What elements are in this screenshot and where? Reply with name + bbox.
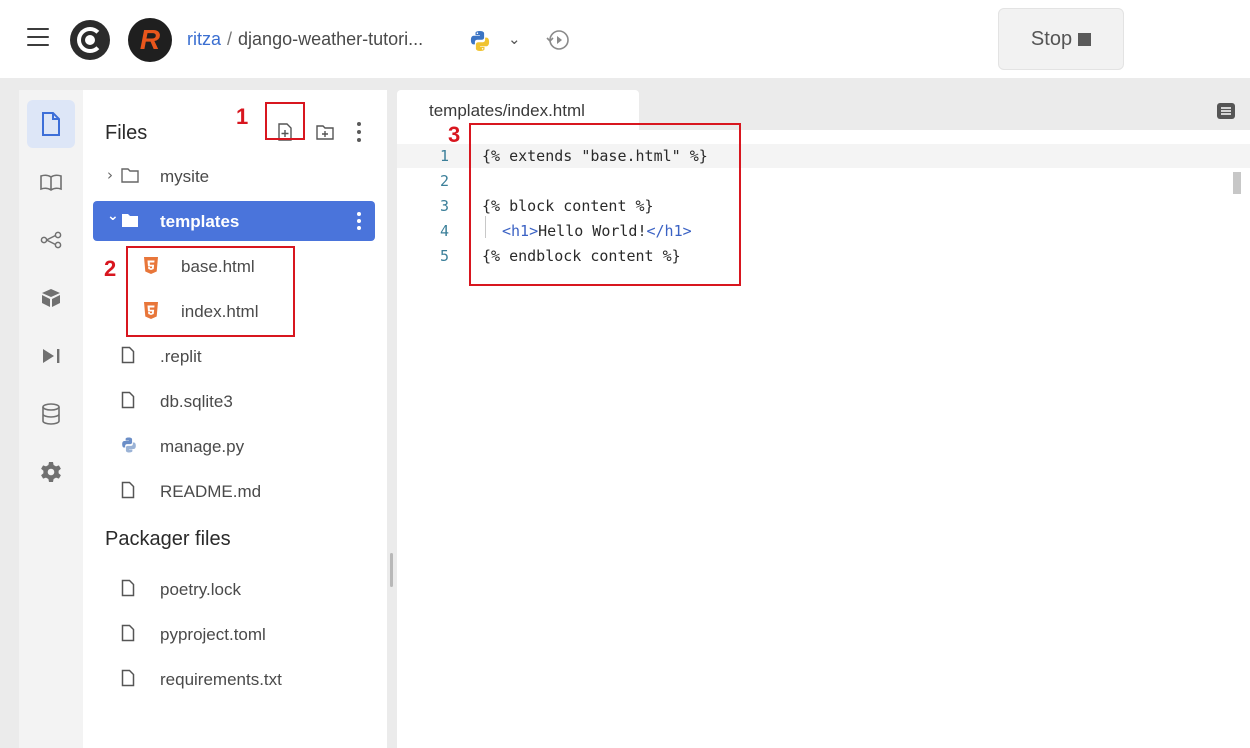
tree-item-label: mysite: [160, 167, 210, 186]
breadcrumb-separator: /: [227, 29, 233, 49]
packages-icon[interactable]: [27, 274, 75, 322]
settings-icon[interactable]: [27, 448, 75, 496]
file-icon: [121, 624, 135, 647]
tree-file-readme[interactable]: README.md: [93, 471, 375, 511]
tree-item-label: README.md: [160, 482, 262, 501]
database-icon[interactable]: [27, 390, 75, 438]
tree-item-label: requirements.txt: [160, 670, 282, 689]
annotation-number: 3: [448, 122, 461, 147]
folder-icon: [121, 168, 139, 188]
files-menu-icon[interactable]: [356, 122, 362, 144]
files-icon[interactable]: [27, 100, 75, 148]
files-panel: Files › mysite ⌄ templates base.html ind…: [83, 90, 387, 748]
panel-resize-handle[interactable]: [390, 553, 393, 587]
history-icon[interactable]: [545, 28, 571, 52]
menu-icon[interactable]: [27, 28, 49, 46]
sidebar-rail: [19, 90, 83, 748]
line-number: 1: [439, 147, 449, 165]
tree-folder-mysite[interactable]: › mysite: [93, 156, 375, 196]
packager-files-title: Packager files: [105, 528, 231, 550]
stop-button[interactable]: Stop: [998, 8, 1124, 70]
annotation-box: [126, 246, 295, 337]
annotation-box: [265, 102, 305, 140]
file-icon: [121, 669, 135, 692]
editor-scrollbar[interactable]: [1233, 172, 1241, 194]
chevron-down-icon: ⌄: [107, 208, 119, 224]
tree-file-manage-py[interactable]: manage.py: [93, 426, 375, 466]
avatar-letter: R: [139, 24, 161, 55]
stop-square-icon: [1078, 32, 1092, 46]
tree-item-label: manage.py: [160, 437, 245, 456]
editor-menu-icon[interactable]: [1216, 102, 1236, 120]
avatar[interactable]: R: [128, 18, 172, 62]
top-bar: R ritza / django-weather-tutori... ⌄ Stop: [0, 0, 1250, 78]
annotation-number: 2: [104, 256, 117, 281]
tree-item-label: db.sqlite3: [160, 392, 233, 411]
file-icon: [121, 579, 135, 602]
chevron-down-icon[interactable]: ⌄: [508, 30, 521, 48]
repl-name[interactable]: django-weather-tutori...: [238, 29, 423, 49]
breadcrumb: ritza / django-weather-tutori...: [187, 29, 423, 50]
tree-file-poetry-lock[interactable]: poetry.lock: [93, 569, 375, 609]
tree-item-label: poetry.lock: [160, 580, 241, 599]
tab-label: templates/index.html: [429, 101, 585, 120]
owner-link[interactable]: ritza: [187, 29, 221, 49]
line-number: 2: [439, 172, 449, 190]
chevron-right-icon: ›: [107, 166, 113, 184]
tree-item-label: pyproject.toml: [160, 625, 266, 644]
new-folder-button[interactable]: [314, 121, 336, 143]
annotation-number: 1: [236, 104, 249, 129]
line-number: 4: [439, 222, 449, 240]
python-icon[interactable]: [468, 29, 492, 53]
python-file-icon: [120, 436, 138, 459]
version-control-icon[interactable]: [27, 216, 75, 264]
folder-menu-icon[interactable]: [357, 211, 361, 236]
file-icon: [121, 481, 135, 504]
files-title: Files: [105, 122, 148, 144]
debugger-icon[interactable]: [27, 332, 75, 380]
tree-item-label: .replit: [160, 347, 202, 366]
folder-icon: [121, 213, 139, 233]
annotation-box: [469, 123, 741, 286]
workspace: Files › mysite ⌄ templates base.html ind…: [0, 78, 1250, 748]
replit-logo[interactable]: [70, 20, 110, 60]
tree-file-replit[interactable]: .replit: [93, 336, 375, 376]
tree-file-db-sqlite3[interactable]: db.sqlite3: [93, 381, 375, 421]
tree-file-requirements[interactable]: requirements.txt: [93, 659, 375, 699]
line-number: 5: [439, 247, 449, 265]
file-icon: [121, 391, 135, 414]
tree-folder-templates[interactable]: ⌄ templates: [93, 201, 375, 241]
tree-item-label: templates: [160, 212, 240, 231]
file-icon: [121, 346, 135, 369]
tree-file-pyproject[interactable]: pyproject.toml: [93, 614, 375, 654]
stop-label: Stop: [1030, 27, 1073, 50]
line-number: 3: [439, 197, 449, 215]
docs-book-icon[interactable]: [27, 158, 75, 206]
